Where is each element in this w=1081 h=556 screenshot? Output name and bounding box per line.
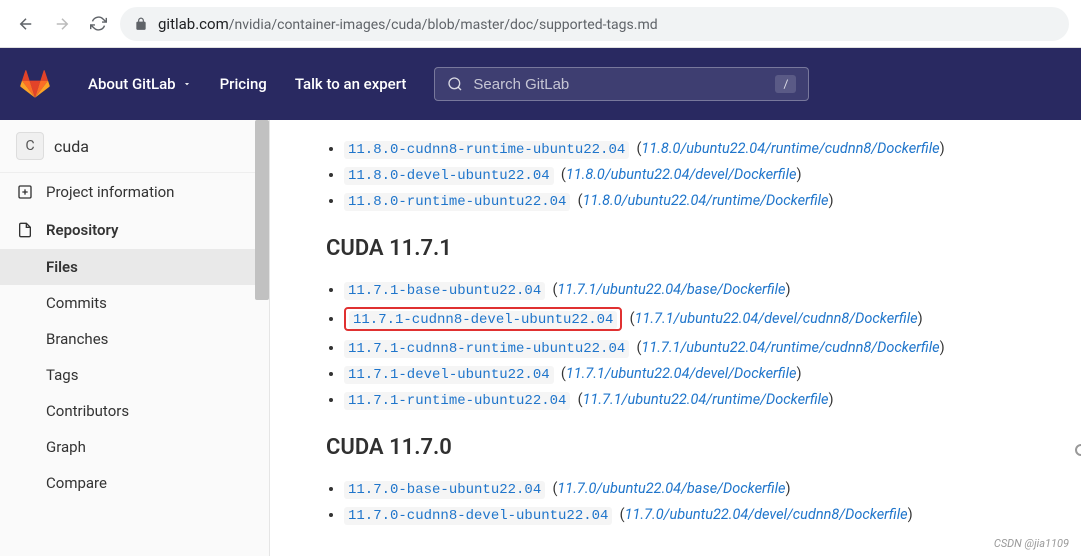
sub-item-graph[interactable]: Graph — [46, 429, 256, 465]
sub-item-tags[interactable]: Tags — [46, 357, 256, 393]
url-text: gitlab.com/nvidia/container-images/cuda/… — [158, 15, 658, 33]
chevron-down-icon — [182, 79, 192, 89]
tag-link[interactable]: 11.7.0-cudnn8-devel-ubuntu22.04 — [344, 507, 612, 525]
reload-button[interactable] — [84, 10, 112, 38]
tag-link[interactable]: 11.7.1-base-ubuntu22.04 — [344, 282, 545, 300]
tag-list-item: 11.7.1-runtime-ubuntu22.04 (11.7.1/ubunt… — [344, 387, 1041, 413]
forward-button[interactable] — [48, 10, 76, 38]
nav-about[interactable]: About GitLab — [88, 75, 192, 93]
info-icon — [16, 184, 34, 200]
tag-link[interactable]: 11.7.1-runtime-ubuntu22.04 — [344, 392, 570, 410]
tag-link[interactable]: 11.8.0-runtime-ubuntu22.04 — [344, 193, 570, 211]
tag-list: 11.8.0-cudnn8-runtime-ubuntu22.04 (11.8.… — [326, 136, 1041, 214]
nav-about-label: About GitLab — [88, 75, 176, 93]
tag-list-item: 11.8.0-cudnn8-runtime-ubuntu22.04 (11.8.… — [344, 136, 1041, 162]
tag-list-item: 11.7.1-devel-ubuntu22.04 (11.7.1/ubuntu2… — [344, 361, 1041, 387]
section-heading: CUDA 11.7.0 — [326, 435, 1041, 460]
main-layout: C cuda Project information Repository Fi… — [0, 120, 1081, 556]
lock-icon — [134, 17, 148, 31]
search-input[interactable] — [473, 76, 765, 93]
dockerfile-link[interactable]: 11.8.0/ubuntu22.04/devel/Dockerfile — [566, 166, 797, 183]
tag-link[interactable]: 11.8.0-cudnn8-runtime-ubuntu22.04 — [344, 141, 629, 159]
tag-list-item: 11.8.0-runtime-ubuntu22.04 (11.8.0/ubunt… — [344, 188, 1041, 214]
gitlab-header: About GitLab Pricing Talk to an expert / — [0, 48, 1081, 120]
gitlab-logo[interactable] — [20, 69, 50, 99]
sidebar-item-label: Project information — [46, 183, 174, 201]
tag-link[interactable]: 11.7.0-base-ubuntu22.04 — [344, 481, 545, 499]
tag-list-item: 11.7.1-cudnn8-runtime-ubuntu22.04 (11.7.… — [344, 335, 1041, 361]
tag-list-item: 11.7.1-cudnn8-devel-ubuntu22.04 (11.7.1/… — [344, 303, 1041, 335]
project-name: cuda — [54, 137, 89, 156]
back-button[interactable] — [12, 10, 40, 38]
dockerfile-link[interactable]: 11.7.1/ubuntu22.04/devel/cudnn8/Dockerfi… — [635, 310, 918, 327]
content-area: 11.8.0-cudnn8-runtime-ubuntu22.04 (11.8.… — [270, 120, 1081, 556]
repository-icon — [16, 222, 34, 238]
sidebar-submenu: Files Commits Branches Tags Contributors… — [0, 249, 256, 501]
tag-list-item: 11.7.0-base-ubuntu22.04 (11.7.0/ubuntu22… — [344, 476, 1041, 502]
sub-item-commits[interactable]: Commits — [46, 285, 256, 321]
search-shortcut: / — [775, 75, 796, 93]
dockerfile-link[interactable]: 11.7.1/ubuntu22.04/runtime/Dockerfile — [583, 391, 829, 408]
sub-item-files[interactable]: Files — [0, 249, 256, 285]
highlight-box: 11.7.1-cudnn8-devel-ubuntu22.04 — [344, 307, 622, 331]
project-avatar: C — [16, 132, 44, 160]
search-icon — [447, 76, 463, 92]
url-host: gitlab.com — [158, 15, 229, 33]
dockerfile-link[interactable]: 11.7.0/ubuntu22.04/base/Dockerfile — [557, 480, 785, 497]
tag-list-item: 11.8.0-devel-ubuntu22.04 (11.8.0/ubuntu2… — [344, 162, 1041, 188]
url-path: /nvidia/container-images/cuda/blob/maste… — [229, 17, 658, 33]
nav-expert[interactable]: Talk to an expert — [295, 75, 407, 93]
sidebar-item-repository[interactable]: Repository — [0, 211, 256, 249]
sub-item-compare[interactable]: Compare — [46, 465, 256, 501]
nav-pricing[interactable]: Pricing — [220, 75, 267, 93]
dockerfile-link[interactable]: 11.7.0/ubuntu22.04/devel/cudnn8/Dockerfi… — [625, 506, 908, 523]
tag-list: 11.7.1-base-ubuntu22.04 (11.7.1/ubuntu22… — [326, 277, 1041, 413]
dockerfile-link[interactable]: 11.7.1/ubuntu22.04/devel/Dockerfile — [566, 365, 797, 382]
sub-item-contributors[interactable]: Contributors — [46, 393, 256, 429]
tag-link[interactable]: 11.8.0-devel-ubuntu22.04 — [344, 167, 554, 185]
tag-list: 11.7.0-base-ubuntu22.04 (11.7.0/ubuntu22… — [326, 476, 1041, 528]
sub-item-branches[interactable]: Branches — [46, 321, 256, 357]
sidebar-item-project-info[interactable]: Project information — [0, 173, 256, 211]
watermark: CSDN @jia1109 — [994, 537, 1069, 550]
tag-link[interactable]: 11.7.1-cudnn8-devel-ubuntu22.04 — [349, 311, 617, 329]
project-header[interactable]: C cuda — [0, 120, 256, 173]
scrollbar-thumb[interactable] — [255, 120, 269, 300]
sidebar-item-label: Repository — [46, 221, 118, 239]
tag-list-item: 11.7.1-base-ubuntu22.04 (11.7.1/ubuntu22… — [344, 277, 1041, 303]
address-bar[interactable]: gitlab.com/nvidia/container-images/cuda/… — [120, 7, 1069, 41]
dockerfile-link[interactable]: 11.7.1/ubuntu22.04/runtime/cudnn8/Docker… — [641, 339, 939, 356]
sidebar: C cuda Project information Repository Fi… — [0, 120, 270, 556]
dockerfile-link[interactable]: 11.7.1/ubuntu22.04/base/Dockerfile — [557, 281, 785, 298]
search-bar[interactable]: / — [434, 67, 809, 101]
scroll-handle-icon — [1075, 444, 1081, 456]
tag-link[interactable]: 11.7.1-cudnn8-runtime-ubuntu22.04 — [344, 340, 629, 358]
tag-link[interactable]: 11.7.1-devel-ubuntu22.04 — [344, 366, 554, 384]
browser-toolbar: gitlab.com/nvidia/container-images/cuda/… — [0, 0, 1081, 48]
dockerfile-link[interactable]: 11.8.0/ubuntu22.04/runtime/Dockerfile — [583, 192, 829, 209]
tag-list-item: 11.7.0-cudnn8-devel-ubuntu22.04 (11.7.0/… — [344, 502, 1041, 528]
dockerfile-link[interactable]: 11.8.0/ubuntu22.04/runtime/cudnn8/Docker… — [641, 140, 939, 157]
section-heading: CUDA 11.7.1 — [326, 236, 1041, 261]
